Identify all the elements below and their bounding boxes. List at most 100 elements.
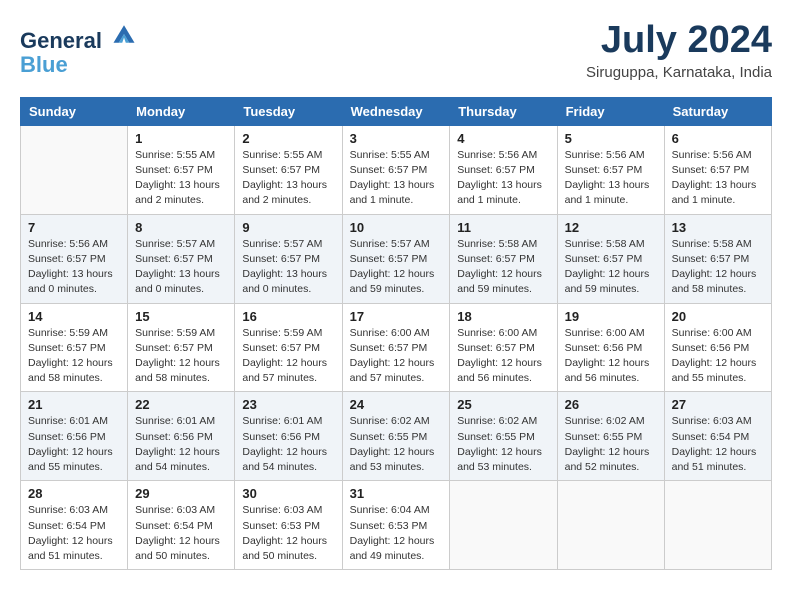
day-number: 28 [28, 486, 120, 501]
calendar-cell: 5 Sunrise: 5:56 AMSunset: 6:57 PMDaylight… [557, 125, 664, 214]
calendar-cell: 14Sunrise: 5:59 AMSunset: 6:57 PMDayligh… [21, 303, 128, 392]
day-info: Sunrise: 5:58 AMSunset: 6:57 PMDaylight:… [457, 237, 549, 298]
week-row-1: 1 Sunrise: 5:55 AMSunset: 6:57 PMDaylight… [21, 125, 772, 214]
calendar-cell: 16 Sunrise: 5:59 AMSunset: 6:57 PMDayligh… [235, 303, 342, 392]
day-info: Sunrise: 5:57 AMSunset: 6:57 PMDaylight:… [350, 237, 443, 298]
header-sunday: Sunday [21, 97, 128, 125]
page-header: General Blue July 2024 Siruguppa, Karnat… [20, 20, 772, 81]
day-number: 16 [242, 309, 334, 324]
day-info: Sunrise: 6:00 AMSunset: 6:56 PMDaylight:… [672, 326, 764, 387]
day-number: 17 [350, 309, 443, 324]
day-info: Sunrise: 5:59 AMSunset: 6:57 PMDaylight:… [135, 326, 227, 387]
calendar-cell: 30Sunrise: 6:03 AMSunset: 6:53 PMDayligh… [235, 481, 342, 570]
day-number: 24 [350, 397, 443, 412]
calendar-cell: 26Sunrise: 6:02 AMSunset: 6:55 PMDayligh… [557, 392, 664, 481]
calendar-cell: 17Sunrise: 6:00 AMSunset: 6:57 PMDayligh… [342, 303, 450, 392]
day-info: Sunrise: 5:58 AMSunset: 6:57 PMDaylight:… [672, 237, 764, 298]
header-saturday: Saturday [664, 97, 771, 125]
day-number: 27 [672, 397, 764, 412]
calendar-cell: 11Sunrise: 5:58 AMSunset: 6:57 PMDayligh… [450, 214, 557, 303]
calendar-cell: 15 Sunrise: 5:59 AMSunset: 6:57 PMDayligh… [128, 303, 235, 392]
day-info: Sunrise: 6:01 AMSunset: 6:56 PMDaylight:… [28, 414, 120, 475]
day-number: 3 [350, 131, 443, 146]
day-info: Sunrise: 5:55 AMSunset: 6:57 PMDaylight:… [242, 148, 334, 209]
day-number: 10 [350, 220, 443, 235]
header-friday: Friday [557, 97, 664, 125]
day-number: 19 [565, 309, 657, 324]
day-number: 5 [565, 131, 657, 146]
day-info: Sunrise: 5:56 AMSunset: 6:57 PMDaylight:… [565, 148, 657, 209]
calendar-cell: 27 Sunrise: 6:03 AMSunset: 6:54 PMDayligh… [664, 392, 771, 481]
day-number: 20 [672, 309, 764, 324]
calendar-cell: 28 Sunrise: 6:03 AMSunset: 6:54 PMDayligh… [21, 481, 128, 570]
day-number: 30 [242, 486, 334, 501]
calendar-cell [664, 481, 771, 570]
week-row-2: 7 Sunrise: 5:56 AMSunset: 6:57 PMDaylight… [21, 214, 772, 303]
week-row-5: 28 Sunrise: 6:03 AMSunset: 6:54 PMDayligh… [21, 481, 772, 570]
calendar-cell [557, 481, 664, 570]
day-info: Sunrise: 6:02 AMSunset: 6:55 PMDaylight:… [457, 414, 549, 475]
calendar-cell [21, 125, 128, 214]
calendar-cell: 18Sunrise: 6:00 AMSunset: 6:57 PMDayligh… [450, 303, 557, 392]
day-info: Sunrise: 5:56 AMSunset: 6:57 PMDaylight:… [28, 237, 120, 298]
location: Siruguppa, Karnataka, India [586, 64, 772, 81]
calendar-cell: 29Sunrise: 6:03 AMSunset: 6:54 PMDayligh… [128, 481, 235, 570]
calendar-cell: 21 Sunrise: 6:01 AMSunset: 6:56 PMDayligh… [21, 392, 128, 481]
day-info: Sunrise: 5:55 AMSunset: 6:57 PMDaylight:… [350, 148, 443, 209]
logo-general: General [20, 28, 102, 53]
day-number: 31 [350, 486, 443, 501]
day-number: 14 [28, 309, 120, 324]
calendar-cell: 19 Sunrise: 6:00 AMSunset: 6:56 PMDayligh… [557, 303, 664, 392]
day-number: 18 [457, 309, 549, 324]
day-number: 9 [242, 220, 334, 235]
calendar-cell: 23 Sunrise: 6:01 AMSunset: 6:56 PMDayligh… [235, 392, 342, 481]
logo-blue: Blue [20, 53, 138, 77]
day-info: Sunrise: 6:03 AMSunset: 6:54 PMDaylight:… [28, 503, 120, 564]
header-tuesday: Tuesday [235, 97, 342, 125]
calendar-cell: 3 Sunrise: 5:55 AMSunset: 6:57 PMDaylight… [342, 125, 450, 214]
day-number: 8 [135, 220, 227, 235]
calendar-cell: 25Sunrise: 6:02 AMSunset: 6:55 PMDayligh… [450, 392, 557, 481]
day-number: 4 [457, 131, 549, 146]
calendar-cell: 7 Sunrise: 5:56 AMSunset: 6:57 PMDaylight… [21, 214, 128, 303]
day-number: 7 [28, 220, 120, 235]
day-number: 23 [242, 397, 334, 412]
calendar-cell: 1 Sunrise: 5:55 AMSunset: 6:57 PMDaylight… [128, 125, 235, 214]
week-row-3: 14 Sunrise: 5:59 AMSunset: 6:57 PMDayligh… [21, 303, 772, 392]
day-number: 12 [565, 220, 657, 235]
calendar-cell: 4 Sunrise: 5:56 AMSunset: 6:57 PMDaylight… [450, 125, 557, 214]
day-number: 1 [135, 131, 227, 146]
day-info: Sunrise: 5:58 AMSunset: 6:57 PMDaylight:… [565, 237, 657, 298]
day-info: Sunrise: 6:01 AMSunset: 6:56 PMDaylight:… [135, 414, 227, 475]
day-info: Sunrise: 5:56 AMSunset: 6:57 PMDaylight:… [457, 148, 549, 209]
month-title: July 2024 [586, 20, 772, 62]
calendar-cell: 8Sunrise: 5:57 AMSunset: 6:57 PMDaylight… [128, 214, 235, 303]
calendar-cell [450, 481, 557, 570]
week-row-4: 21 Sunrise: 6:01 AMSunset: 6:56 PMDayligh… [21, 392, 772, 481]
day-info: Sunrise: 6:00 AMSunset: 6:56 PMDaylight:… [565, 326, 657, 387]
calendar-cell: 12 Sunrise: 5:58 AMSunset: 6:57 PMDayligh… [557, 214, 664, 303]
day-info: Sunrise: 6:01 AMSunset: 6:56 PMDaylight:… [242, 414, 334, 475]
day-info: Sunrise: 5:59 AMSunset: 6:57 PMDaylight:… [242, 326, 334, 387]
day-number: 22 [135, 397, 227, 412]
calendar-cell: 24Sunrise: 6:02 AMSunset: 6:55 PMDayligh… [342, 392, 450, 481]
day-number: 2 [242, 131, 334, 146]
logo-icon [110, 20, 138, 48]
calendar-table: SundayMondayTuesdayWednesdayThursdayFrid… [20, 97, 772, 570]
calendar-cell: 10 Sunrise: 5:57 AMSunset: 6:57 PMDayligh… [342, 214, 450, 303]
calendar-cell: 13Sunrise: 5:58 AMSunset: 6:57 PMDayligh… [664, 214, 771, 303]
calendar-cell: 31 Sunrise: 6:04 AMSunset: 6:53 PMDayligh… [342, 481, 450, 570]
day-info: Sunrise: 6:02 AMSunset: 6:55 PMDaylight:… [565, 414, 657, 475]
day-number: 15 [135, 309, 227, 324]
calendar-cell: 6 Sunrise: 5:56 AMSunset: 6:57 PMDaylight… [664, 125, 771, 214]
day-number: 6 [672, 131, 764, 146]
day-info: Sunrise: 5:55 AMSunset: 6:57 PMDaylight:… [135, 148, 227, 209]
day-info: Sunrise: 5:56 AMSunset: 6:57 PMDaylight:… [672, 148, 764, 209]
calendar-header-row: SundayMondayTuesdayWednesdayThursdayFrid… [21, 97, 772, 125]
day-number: 21 [28, 397, 120, 412]
day-info: Sunrise: 6:03 AMSunset: 6:54 PMDaylight:… [672, 414, 764, 475]
calendar-cell: 22 Sunrise: 6:01 AMSunset: 6:56 PMDayligh… [128, 392, 235, 481]
day-info: Sunrise: 6:04 AMSunset: 6:53 PMDaylight:… [350, 503, 443, 564]
header-wednesday: Wednesday [342, 97, 450, 125]
title-area: July 2024 Siruguppa, Karnataka, India [586, 20, 772, 81]
